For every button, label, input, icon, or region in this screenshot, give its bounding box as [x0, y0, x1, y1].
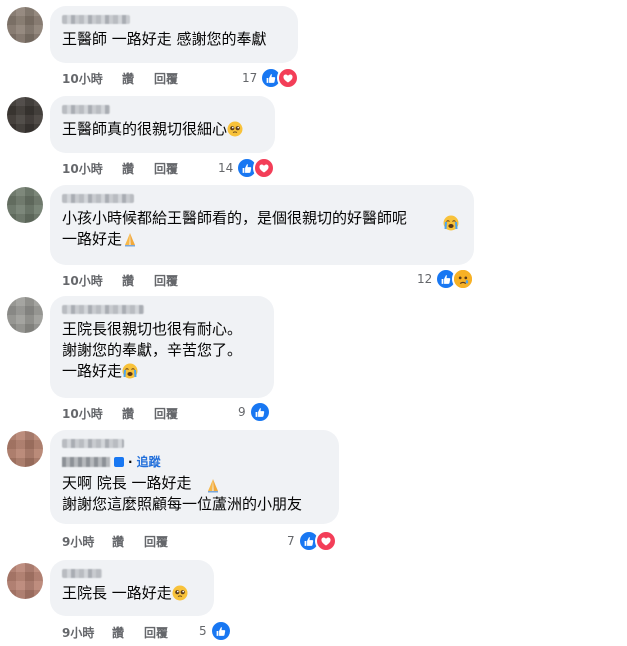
author-name[interactable] [62, 439, 124, 448]
comment-bubble: 小孩小時候都給王醫師看的，是個很親切的好醫師呢 一路好走 [50, 185, 474, 265]
like-button[interactable]: 讚 [122, 405, 154, 422]
pleading-face-icon [227, 121, 243, 137]
author-name[interactable] [62, 15, 130, 24]
like-button[interactable]: 讚 [122, 160, 154, 177]
like-button[interactable]: 讚 [122, 272, 154, 289]
timestamp[interactable]: 9小時 [62, 533, 112, 550]
avatar[interactable] [7, 431, 43, 467]
comment-actions: 9小時 讚 回覆 [62, 624, 168, 641]
like-reaction-icon [248, 401, 271, 423]
comment-text: 王院長 一路好走 [62, 583, 202, 604]
praying-hands-icon [125, 233, 136, 247]
like-button[interactable]: 讚 [122, 70, 154, 87]
sad-reaction-icon [452, 268, 475, 290]
pleading-face-icon [171, 585, 188, 601]
comment-actions: 9小時 讚 回覆 [62, 533, 168, 550]
comment-bubble: 王醫師真的很親切很細心 [50, 96, 275, 153]
reaction-summary[interactable]: 7 [287, 530, 337, 552]
reply-button[interactable]: 回覆 [154, 272, 178, 289]
reaction-count: 5 [199, 624, 207, 638]
praying-hands-icon [208, 479, 218, 493]
badge-icon [114, 456, 124, 467]
reaction-count: 17 [242, 71, 258, 85]
avatar[interactable] [7, 187, 43, 223]
love-reaction-icon [277, 67, 300, 89]
reaction-count: 9 [238, 405, 246, 419]
author-name[interactable] [62, 569, 102, 578]
reaction-count: 12 [417, 272, 433, 286]
follow-button[interactable]: 追蹤 [137, 453, 161, 470]
comment-text: 王醫師真的很親切很細心 [62, 119, 263, 140]
crying-face-icon [443, 215, 459, 231]
author-name[interactable] [62, 456, 110, 467]
reaction-summary[interactable]: 14 [218, 157, 276, 179]
avatar[interactable] [7, 297, 43, 333]
reaction-count: 14 [218, 161, 234, 175]
comment-text: 天啊 院長 一路好走 謝謝您這麼照顧每一位蘆洲的小朋友 [62, 474, 303, 513]
crying-face-icon [122, 363, 139, 379]
like-reaction-icon [209, 620, 232, 642]
reaction-count: 7 [287, 534, 295, 548]
comment-bubble: 王院長 一路好走 [50, 560, 214, 616]
love-reaction-icon [314, 530, 337, 552]
like-button[interactable]: 讚 [112, 624, 144, 641]
timestamp[interactable]: 10小時 [62, 70, 122, 87]
comment-text: 王院長很親切也很有耐心。 謝謝您的奉獻，辛苦您了。 一路好走 [62, 320, 243, 380]
avatar[interactable] [7, 97, 43, 133]
reaction-summary[interactable]: 12 [417, 268, 475, 290]
comment-bubble: · 追蹤 天啊 院長 一路好走 謝謝您這麼照顧每一位蘆洲的小朋友 [50, 430, 339, 524]
comment-bubble: 王院長很親切也很有耐心。 謝謝您的奉獻，辛苦您了。 一路好走 [50, 296, 274, 398]
author-name[interactable] [62, 305, 144, 314]
reaction-summary[interactable]: 5 [199, 620, 232, 642]
timestamp[interactable]: 10小時 [62, 405, 122, 422]
author-follow-row: · 追蹤 [62, 453, 327, 470]
comment-text: 王醫師 一路好走 感謝您的奉獻 [62, 30, 267, 48]
timestamp[interactable]: 10小時 [62, 272, 122, 289]
avatar[interactable] [7, 7, 43, 43]
comment-text: 小孩小時候都給王醫師看的，是個很親切的好醫師呢 一路好走 [62, 209, 408, 248]
reaction-summary[interactable]: 9 [238, 401, 271, 423]
timestamp[interactable]: 10小時 [62, 160, 122, 177]
reaction-summary[interactable]: 17 [242, 67, 300, 89]
comment-actions: 10小時 讚 回覆 [62, 272, 178, 289]
timestamp[interactable]: 9小時 [62, 624, 112, 641]
comment-actions: 10小時 讚 回覆 [62, 160, 178, 177]
avatar[interactable] [7, 563, 43, 599]
reply-button[interactable]: 回覆 [144, 624, 168, 641]
reply-button[interactable]: 回覆 [144, 533, 168, 550]
comment-actions: 10小時 讚 回覆 [62, 405, 178, 422]
author-name[interactable] [62, 194, 134, 203]
reply-button[interactable]: 回覆 [154, 405, 178, 422]
comment-bubble: 王醫師 一路好走 感謝您的奉獻 [50, 6, 298, 63]
reply-button[interactable]: 回覆 [154, 160, 178, 177]
reply-button[interactable]: 回覆 [154, 70, 178, 87]
comment-actions: 10小時 讚 回覆 [62, 70, 178, 87]
love-reaction-icon [253, 157, 276, 179]
author-name[interactable] [62, 105, 110, 114]
like-button[interactable]: 讚 [112, 533, 144, 550]
